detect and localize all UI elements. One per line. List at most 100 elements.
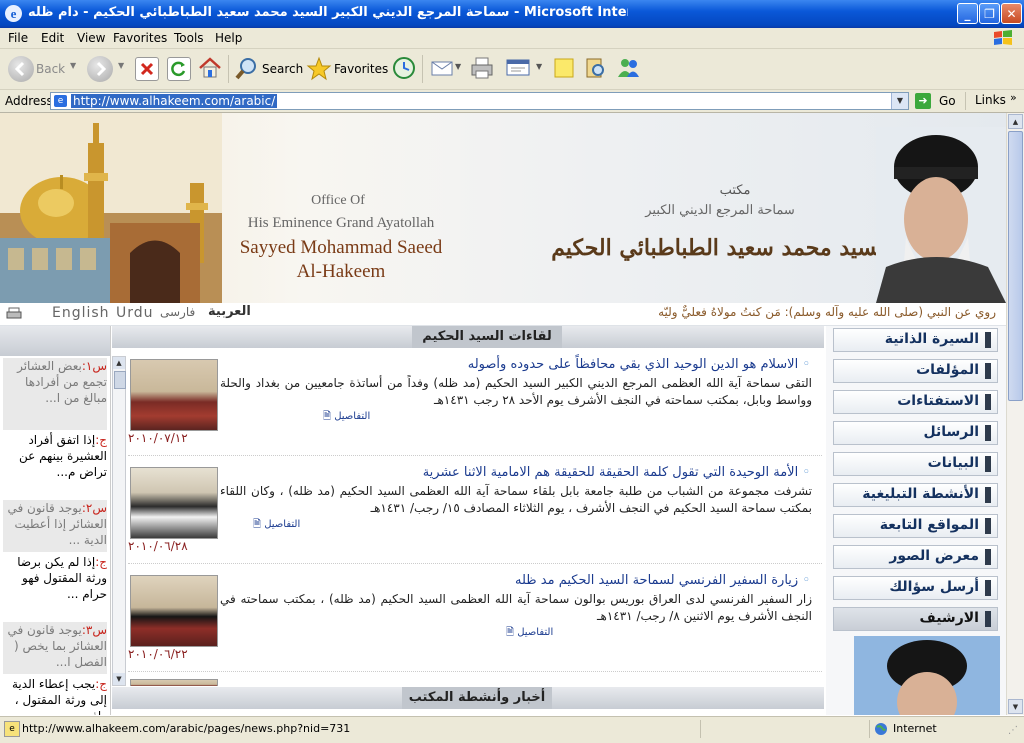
links-button[interactable]: Links [975,93,1006,107]
address-label: Address [5,94,53,108]
restore-button[interactable]: ❐ [979,3,1000,24]
nav-statements[interactable]: البيانات [833,452,998,476]
faq-answer-2[interactable]: ج:إذا لم يكن برضا ورثة المقتول فهو حرام … [3,554,107,606]
status-bar: e http://www.alhakeem.com/arabic/pages/n… [0,716,1024,743]
home-button[interactable] [197,55,223,81]
nav-biography[interactable]: السيرة الذاتية [833,328,998,352]
favorites-button[interactable]: Favorites [306,55,388,83]
menu-edit[interactable]: Edit [41,31,64,45]
address-separator [965,92,966,110]
nav-bar-icon [985,332,991,348]
print-button[interactable] [469,55,495,81]
scroll-thumb[interactable] [1008,131,1023,401]
nav-outreach[interactable]: الأنشطة التبليغية [833,483,998,507]
news-details-link[interactable]: 🗎 التفاصيل [323,409,370,426]
stop-button[interactable] [135,57,159,81]
menu-favorites[interactable]: Favorites [113,31,167,45]
research-button[interactable] [582,55,608,81]
nav-letters[interactable]: الرسائل [833,421,998,445]
toolbar: Back ▼ ▼ Search Favorites ▼ ▼ [0,49,1024,90]
window-scrollbar[interactable]: ▲ ▼ [1006,113,1024,715]
minimize-button[interactable]: _ [957,3,978,24]
status-url: http://www.alhakeem.com/arabic/pages/new… [22,722,351,735]
links-chevron-icon[interactable]: » [1010,91,1017,104]
news-date: ٢٠١٠/٠٦/٢٢ [128,647,188,661]
faq-question-2[interactable]: س٢:يوجد قانون في العشائر إذا أعطيت الدية… [3,500,107,552]
news-body: التقى سماحة آية الله العظمى المرجع الدين… [220,376,812,407]
mail-button[interactable]: ▼ [430,56,464,82]
messenger-button[interactable] [615,55,641,81]
news-title[interactable]: ◦ الاسلام هو الدين الوحيد الذي بقي محافظ… [220,357,810,372]
nav-writings[interactable]: المؤلفات [833,359,998,383]
nav-photo-gallery[interactable]: معرض الصور [833,545,998,569]
language-bar: English Urdu فارسی العربية روي عن النبي … [0,303,1006,326]
scroll-down-icon[interactable]: ▼ [1008,699,1023,714]
refresh-button[interactable] [167,57,191,81]
faq-answer-1[interactable]: ج:إذا اتفق أفراد العشيرة بينهم عن تراض م… [3,432,107,484]
scroll-up-icon[interactable]: ▲ [113,357,125,369]
faq-question-1[interactable]: س١:بعض العشائر تجمع من أفرادها مبالغ من … [3,358,107,430]
history-button[interactable] [391,55,417,81]
nav-bar-icon [985,580,991,596]
address-input[interactable]: e http://www.alhakeem.com/arabic/ ▼ [50,92,909,110]
news-item: ٢٠١٠/٠٧/١٢ ◦ الاسلام هو الدين الوحيد الذ… [128,353,822,456]
nav-affiliated-sites[interactable]: المواقع التابعة [833,514,998,538]
menu-view[interactable]: View [77,31,105,45]
nav-bar-icon [985,394,991,410]
address-dropdown-icon[interactable]: ▼ [891,93,908,109]
nav-inquiries[interactable]: الاستفتاءات [833,390,998,414]
lang-arabic[interactable]: العربية [208,304,251,319]
news-thumbnail[interactable] [130,575,218,647]
menu-tools[interactable]: Tools [174,31,204,45]
news-thumbnail[interactable] [130,467,218,539]
nav-bar-icon [985,363,991,379]
scroll-up-icon[interactable]: ▲ [1008,114,1023,129]
ie-logo-icon: e [5,5,22,22]
resize-grip-icon[interactable]: ⋰ [1008,725,1018,736]
search-button[interactable]: Search [234,55,303,83]
menu-file[interactable]: File [8,31,28,45]
nav-label: معرض الصور [889,548,979,564]
bullet-icon: ◦ [798,573,810,588]
mail-icon [431,61,453,76]
edit-page-icon [506,59,530,76]
scroll-thumb[interactable] [114,371,126,389]
shrine-image [0,113,222,303]
faq-q-tag: س١: [81,359,107,373]
discuss-button[interactable] [551,55,577,81]
forward-button[interactable] [87,56,113,82]
news-title[interactable]: ◦ زيارة السفير الفرنسي لسماحة السيد الحك… [220,573,810,588]
printer-small-icon[interactable] [6,307,22,321]
news-details-link[interactable]: 🗎 التفاصيل [506,625,553,642]
news-thumbnail[interactable] [130,679,218,686]
scroll-down-icon[interactable]: ▼ [113,673,125,685]
faq-answer-3[interactable]: ج:يجب إعطاء الدية إلى ورثة المقتول ، وإذ… [3,676,107,715]
address-url[interactable]: http://www.alhakeem.com/arabic/ [71,94,278,108]
lang-english[interactable]: English [52,305,110,321]
faq-column: س١:بعض العشائر تجمع من أفرادها مبالغ من … [0,326,111,715]
web-page: Office Of His Eminence Grand Ayatollah S… [0,113,1006,715]
lang-urdu[interactable]: Urdu [116,305,154,321]
toolbar-separator [228,55,229,83]
menu-help[interactable]: Help [215,31,242,45]
status-separator [869,720,870,738]
news-title[interactable]: ◦ الأمة الوحيدة التي تقول كلمة الحقيقة ل… [220,465,810,480]
nav-label: البيانات [927,455,979,471]
printer-icon [471,57,493,79]
faq-a-tag: ج: [95,433,107,447]
faq-header [0,326,110,356]
close-button[interactable]: ✕ [1001,3,1022,24]
news-details-link[interactable]: 🗎 التفاصيل [253,517,300,534]
nav-label: الرسائل [923,424,979,440]
edit-button[interactable]: ▼ [505,56,545,82]
lang-farsi[interactable]: فارسی [160,305,195,319]
back-button[interactable]: Back ▼ [6,55,82,83]
go-button[interactable]: ➜ Go [915,92,959,110]
forward-dropdown-icon[interactable]: ▼ [118,61,124,70]
nav-archive[interactable]: الارشيف [833,607,998,631]
news-scrollbar[interactable]: ▲ ▼ [112,356,126,686]
nav-send-question[interactable]: أرسل سؤالك [833,576,998,600]
portrait-thumbnail[interactable] [854,636,1000,715]
faq-question-3[interactable]: س٣:يوجد قانون في العشائر بما يخص ( الفصل… [3,622,107,674]
news-thumbnail[interactable] [130,359,218,431]
